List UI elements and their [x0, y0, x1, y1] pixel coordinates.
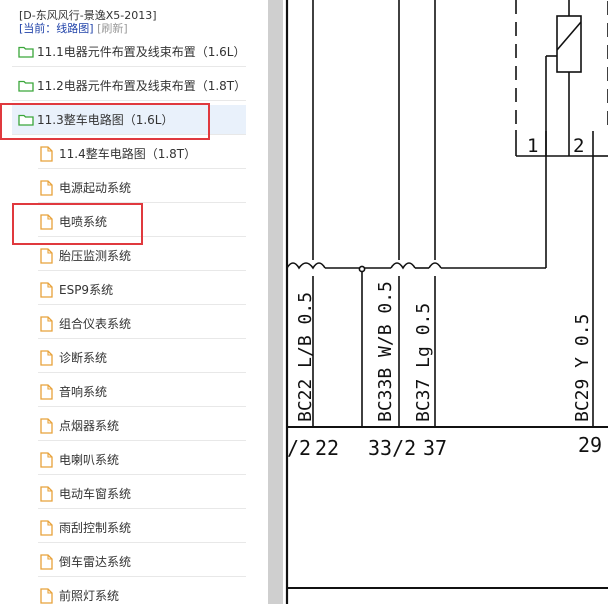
terminal-label: 22 [315, 436, 339, 460]
tree-file-item[interactable]: 前照灯系统 [38, 581, 246, 604]
terminal-label: 29 [578, 433, 602, 457]
file-icon [40, 520, 53, 539]
wire-label-bc37: BC37 Lg 0.5 [413, 303, 434, 422]
file-icon [40, 248, 53, 267]
tree-item-label: 11.1电器元件布置及线束布置（1.6L） [37, 45, 246, 59]
pin-2-label: 2 [573, 135, 584, 157]
tree-item-label: 胎压监测系统 [59, 249, 132, 263]
terminal-label: /2 [287, 436, 311, 460]
wire-label-bc29: BC29 Y 0.5 [572, 314, 593, 422]
tree-file-item[interactable]: 倒车雷达系统 [38, 547, 246, 577]
vehicle-title: [D-东风风行-景逸X5-2013] [19, 9, 157, 22]
tree-item-label: 11.3整车电路图（1.6L） [37, 113, 174, 127]
tree-folder-item[interactable]: 11.3整车电路图（1.6L） [12, 105, 246, 135]
pin-1-label: 1 [527, 135, 538, 157]
file-icon [40, 554, 53, 573]
wire-label-bc33b: BC33B W/B 0.5 [375, 281, 396, 422]
panel-splitter[interactable] [268, 0, 283, 604]
tree-file-item[interactable]: 雨刮控制系统 [38, 513, 246, 543]
tree-file-item[interactable]: 胎压监测系统 [38, 241, 246, 271]
tree-item-label: 组合仪表系统 [59, 317, 132, 331]
current-view-line: [当前：线路图] [刷新] [19, 22, 128, 35]
tree-item-label: 前照灯系统 [59, 589, 120, 603]
file-icon [40, 486, 53, 505]
tree-item-label: 11.2电器元件布置及线束布置（1.8T） [37, 79, 247, 93]
wire-label-bc22: BC22 L/B 0.5 [295, 292, 316, 422]
folder-icon [18, 79, 34, 95]
tree-item-label: 诊断系统 [59, 351, 108, 365]
wiring-diagram: 1 2 BC22 L/B 0.5 BC33B W/B 0.5 BC37 Lg 0… [285, 0, 608, 604]
tree-file-item[interactable]: 诊断系统 [38, 343, 246, 373]
file-icon [40, 350, 53, 369]
tree-file-item[interactable]: 电喷系统 [38, 207, 246, 237]
refresh-link[interactable]: [刷新] [97, 22, 128, 35]
folder-icon [18, 45, 34, 61]
tree-item-label: 雨刮控制系统 [59, 521, 132, 535]
file-icon [40, 214, 53, 233]
file-icon [40, 418, 53, 437]
terminal-label: 37 [423, 436, 447, 460]
file-icon [40, 316, 53, 335]
terminal-label: 33/2 [368, 436, 416, 460]
file-icon [40, 452, 53, 471]
tree-item-label: 电源起动系统 [59, 181, 132, 195]
file-icon [40, 146, 53, 165]
tree-file-item[interactable]: 组合仪表系统 [38, 309, 246, 339]
tree-item-label: 音响系统 [59, 385, 108, 399]
tree-file-item[interactable]: 点烟器系统 [38, 411, 246, 441]
tree-file-item[interactable]: 电动车窗系统 [38, 479, 246, 509]
tree-item-label: 点烟器系统 [59, 419, 120, 433]
folder-icon [18, 113, 34, 129]
tree-folder-item[interactable]: 11.2电器元件布置及线束布置（1.8T） [12, 71, 246, 101]
file-icon [40, 180, 53, 199]
tree-file-item[interactable]: 电喇叭系统 [38, 445, 246, 475]
tree-item-label: ESP9系统 [59, 283, 114, 297]
tree-file-item[interactable]: ESP9系统 [38, 275, 246, 305]
file-icon [40, 282, 53, 301]
tree-item-label: 电喷系统 [59, 215, 108, 229]
tree-item-label: 电动车窗系统 [59, 487, 132, 501]
file-icon [40, 588, 53, 604]
tree-file-item[interactable]: 音响系统 [38, 377, 246, 407]
tree-item-label: 电喇叭系统 [59, 453, 120, 467]
tree-item-label: 11.4整车电路图（1.8T） [59, 147, 197, 161]
tree-panel: [D-东风风行-景逸X5-2013] [当前：线路图] [刷新] 11.1电器元… [0, 0, 268, 604]
file-icon [40, 384, 53, 403]
tree-item-label: 倒车雷达系统 [59, 555, 132, 569]
tree-folder-item[interactable]: 11.1电器元件布置及线束布置（1.6L） [12, 37, 246, 67]
current-view-label: [当前：线路图] [19, 22, 94, 35]
tree-file-item[interactable]: 电源起动系统 [38, 173, 246, 203]
tree-file-item[interactable]: 11.4整车电路图（1.8T） [38, 139, 246, 169]
